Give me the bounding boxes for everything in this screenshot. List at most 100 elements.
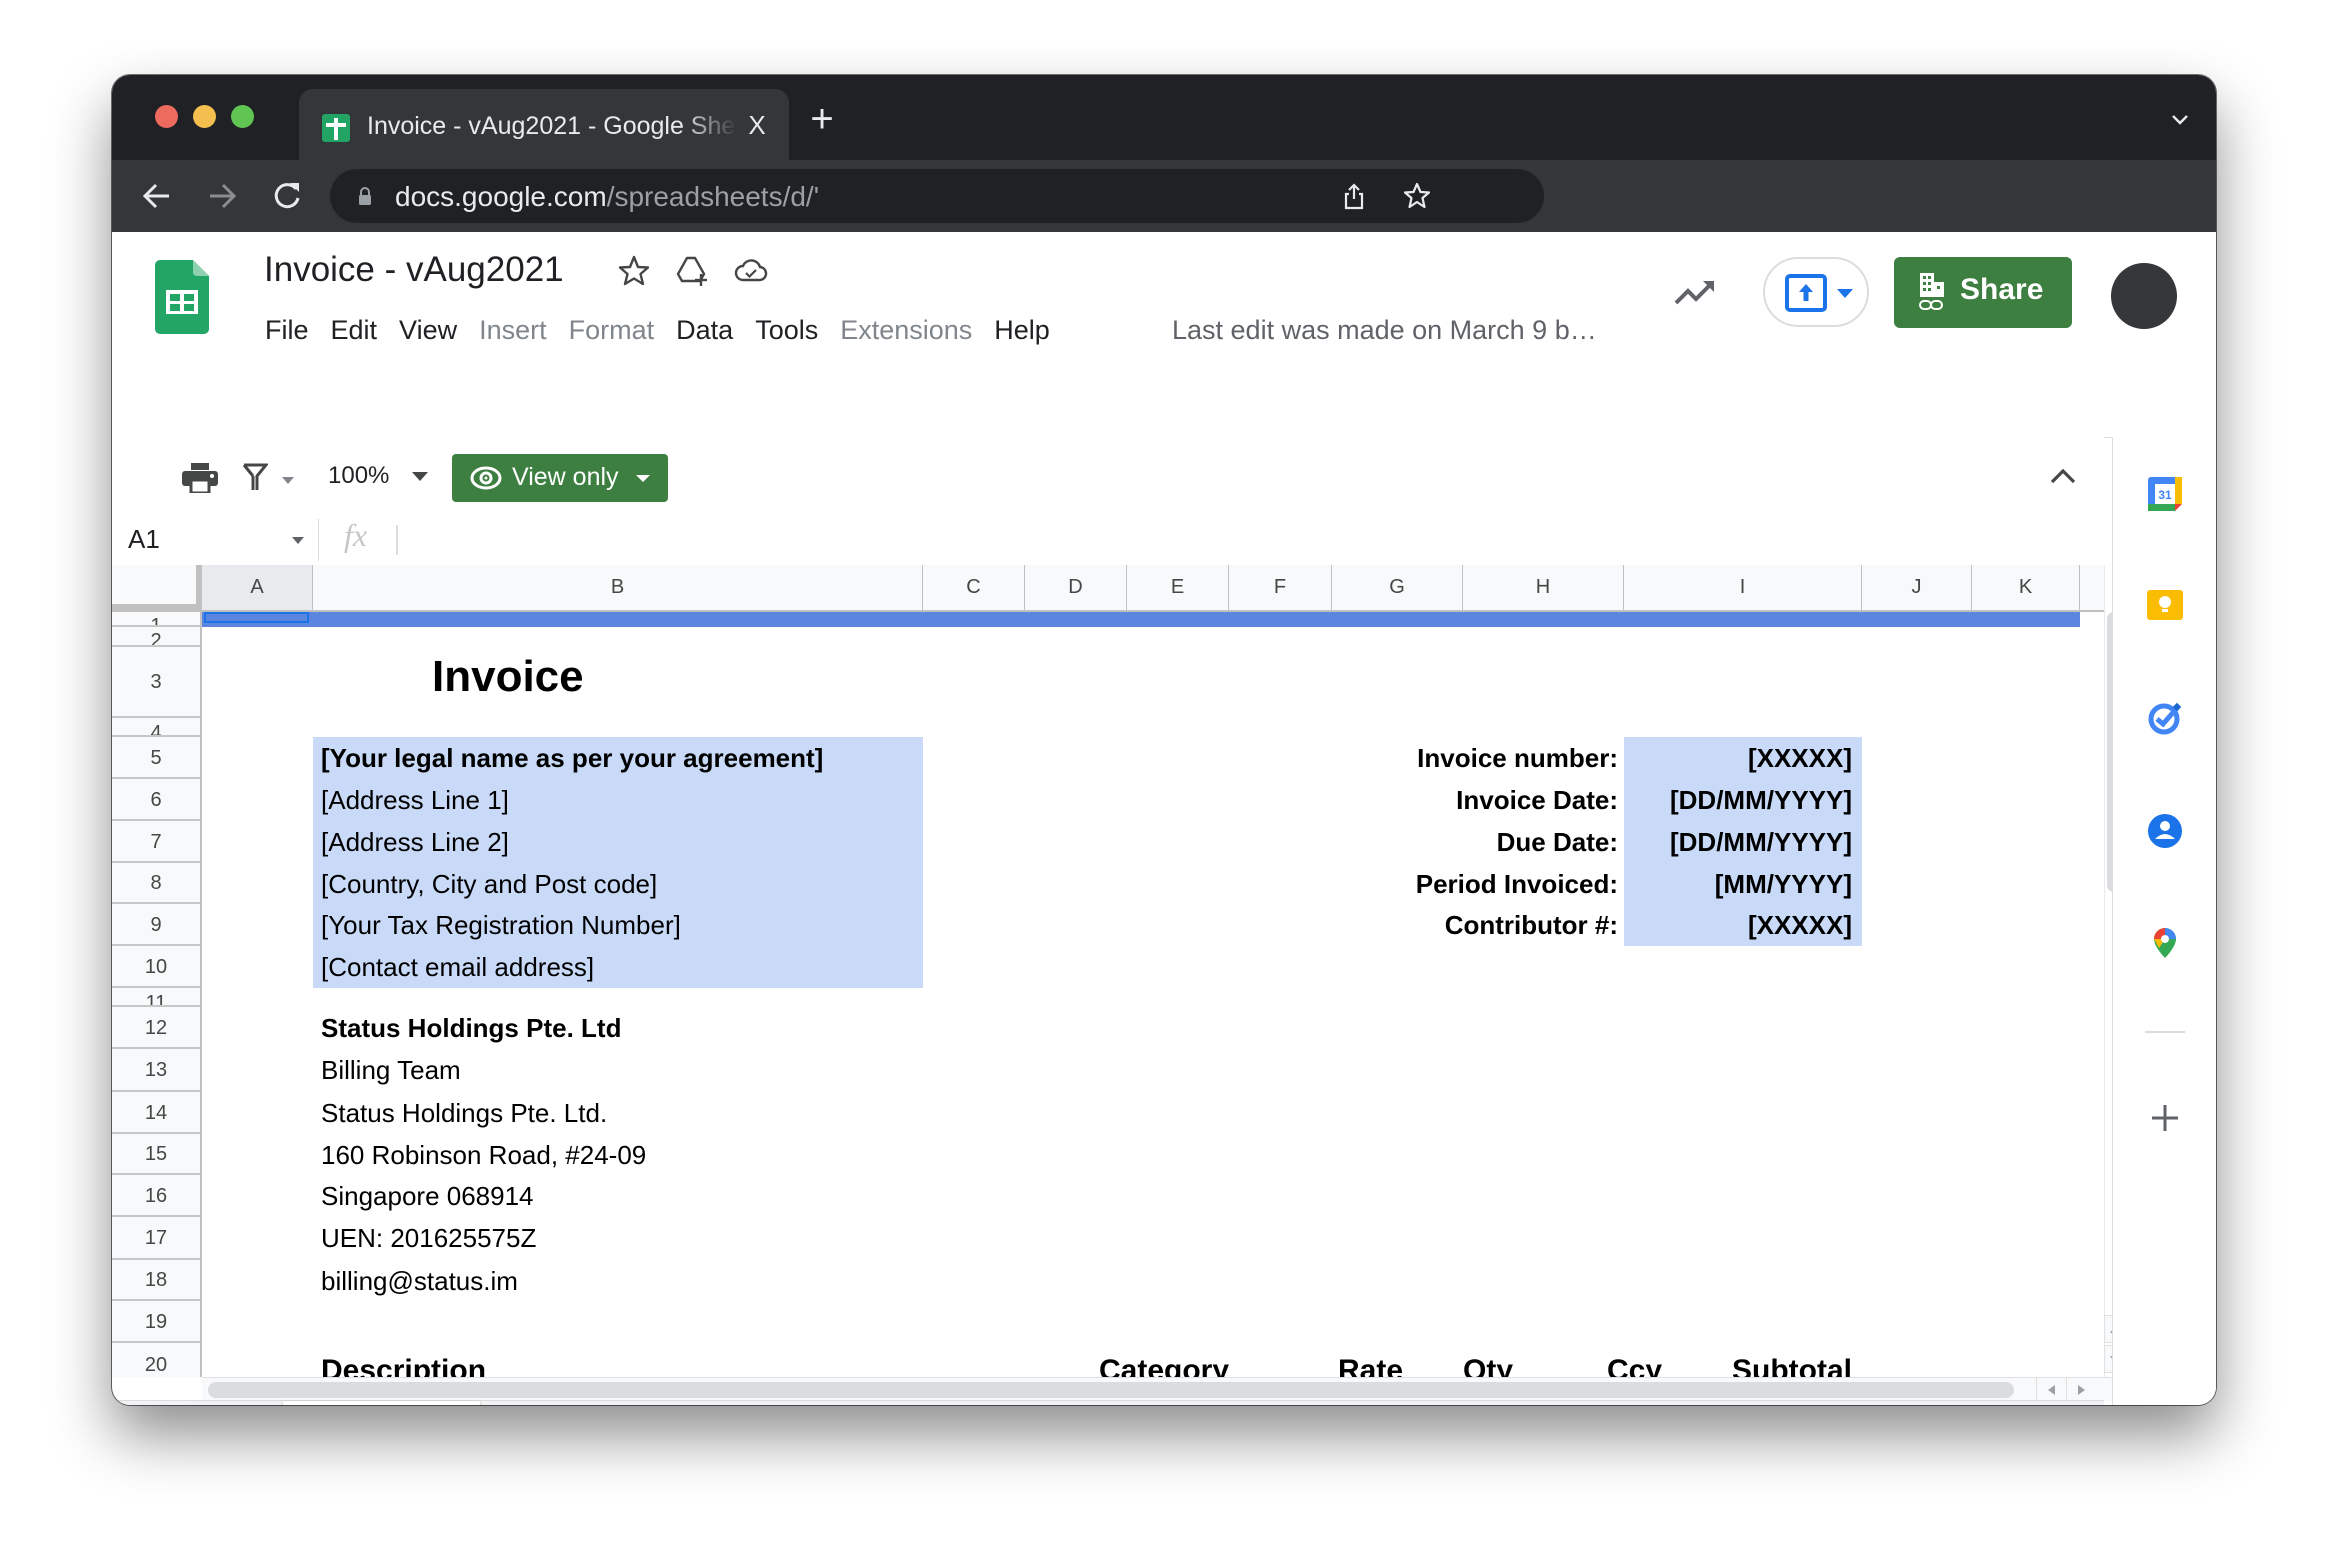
menu-view[interactable]: View [388, 310, 468, 350]
row-header-2[interactable]: 2 [112, 627, 200, 647]
menu-insert[interactable]: Insert [468, 310, 558, 350]
due-date-value[interactable]: [DD/MM/YYYY] [1624, 821, 1852, 863]
invoice-heading[interactable]: Invoice [432, 652, 584, 702]
close-window-button[interactable] [155, 105, 178, 128]
column-header-a[interactable]: A [202, 565, 313, 610]
column-header-c[interactable]: C [923, 565, 1025, 610]
sheets-logo-icon[interactable] [155, 260, 209, 334]
row-header-9[interactable]: 9 [112, 904, 200, 946]
active-cell-a1[interactable] [204, 612, 309, 623]
menu-data[interactable]: Data [665, 310, 744, 350]
name-box[interactable]: A1 [128, 524, 160, 555]
column-header-b[interactable]: B [313, 565, 923, 610]
table-header-subtotal[interactable]: Subtotal [1624, 1350, 1852, 1377]
sender-address-line-2[interactable]: [Address Line 2] [321, 821, 509, 863]
google-keep-icon[interactable] [2146, 587, 2184, 625]
horizontal-scrollbar-thumb[interactable] [208, 1382, 2014, 1398]
cell-area[interactable]: Invoice [Your legal name as per your agr… [202, 612, 2104, 1377]
select-all-corner[interactable] [112, 565, 202, 610]
invoice-number-value[interactable]: [XXXXX] [1624, 737, 1852, 779]
column-header-d[interactable]: D [1025, 565, 1127, 610]
google-tasks-icon[interactable] [2146, 699, 2184, 737]
sender-country-city-post[interactable]: [Country, City and Post code] [321, 863, 657, 905]
zoom-select[interactable]: 100% [328, 462, 389, 490]
minimize-window-button[interactable] [193, 105, 216, 128]
star-icon[interactable] [617, 254, 651, 288]
zoom-window-button[interactable] [231, 105, 254, 128]
horizontal-scrollbar[interactable] [202, 1377, 2126, 1401]
scroll-left-button[interactable] [2036, 1378, 2066, 1401]
sender-tax-number[interactable]: [Your Tax Registration Number] [321, 904, 681, 946]
row-header-7[interactable]: 7 [112, 821, 200, 863]
scroll-right-button[interactable] [2066, 1378, 2096, 1401]
recipient-legal-name[interactable]: Status Holdings Pte. Ltd. [321, 1092, 607, 1134]
row-header-19[interactable]: 19 [112, 1301, 200, 1343]
last-edit-link[interactable]: Last edit was made on March 9 b… [1172, 310, 1597, 350]
table-header-description[interactable]: Description [321, 1350, 486, 1377]
menu-edit[interactable]: Edit [320, 310, 389, 350]
add-shortcut-to-drive-icon[interactable] [675, 254, 709, 288]
recipient-email[interactable]: billing@status.im [321, 1260, 518, 1302]
row-header-20[interactable]: 20 [112, 1343, 200, 1377]
recipient-company-name[interactable]: Status Holdings Pte. Ltd [321, 1007, 621, 1049]
filter-dropdown-icon[interactable] [282, 477, 294, 485]
sender-address-line-1[interactable]: [Address Line 1] [321, 779, 509, 821]
activity-dashboard-icon[interactable] [1672, 275, 1718, 309]
reload-icon[interactable] [267, 176, 307, 216]
row-header-3[interactable]: 3 [112, 647, 200, 718]
row-header-1[interactable]: 1 [112, 612, 200, 627]
column-header-e[interactable]: E [1127, 565, 1229, 610]
menu-file[interactable]: File [254, 310, 320, 350]
row-header-4[interactable]: 4 [112, 718, 200, 737]
menu-help[interactable]: Help [983, 310, 1061, 350]
google-contacts-icon[interactable] [2146, 812, 2184, 850]
recipient-uen[interactable]: UEN: 201625575Z [321, 1217, 536, 1259]
row-header-15[interactable]: 15 [112, 1134, 200, 1175]
browser-tab[interactable]: Invoice - vAug2021 - Google Sheets X [299, 89, 789, 160]
recipient-address[interactable]: 160 Robinson Road, #24-09 [321, 1134, 646, 1176]
column-header-h[interactable]: H [1463, 565, 1624, 610]
document-title[interactable]: Invoice - vAug2021 [264, 250, 564, 290]
invoice-date-value[interactable]: [DD/MM/YYYY] [1624, 779, 1852, 821]
close-tab-icon[interactable]: X [739, 107, 775, 143]
google-maps-icon[interactable] [2146, 924, 2184, 962]
menu-tools[interactable]: Tools [744, 310, 829, 350]
table-header-qty[interactable]: Qty [1463, 1350, 1513, 1377]
address-bar[interactable]: docs.google.com/spreadsheets/d/' [330, 169, 1544, 223]
recipient-city-postcode[interactable]: Singapore 068914 [321, 1175, 534, 1217]
share-button[interactable]: Share [1894, 257, 2072, 328]
column-header-k[interactable]: K [1972, 565, 2080, 610]
back-icon[interactable] [137, 176, 177, 216]
present-button[interactable] [1763, 257, 1869, 327]
row-header-6[interactable]: 6 [112, 779, 200, 821]
google-calendar-icon[interactable]: 31 [2146, 475, 2184, 513]
sender-legal-name[interactable]: [Your legal name as per your agreement] [321, 737, 823, 779]
account-avatar[interactable] [2111, 263, 2177, 329]
row-header-16[interactable]: 16 [112, 1175, 200, 1217]
row-header-17[interactable]: 17 [112, 1217, 200, 1260]
collapse-menus-chevron-icon[interactable] [2048, 463, 2078, 489]
period-invoiced-value[interactable]: [MM/YYYY] [1624, 863, 1852, 905]
bookmark-star-icon[interactable] [1403, 182, 1431, 210]
column-header-i[interactable]: I [1624, 565, 1862, 610]
row-header-12[interactable]: 12 [112, 1007, 200, 1049]
new-tab-button[interactable]: + [802, 99, 842, 141]
zoom-dropdown-icon[interactable] [412, 472, 428, 482]
table-header-category[interactable]: Category [1099, 1350, 1229, 1377]
menu-extensions[interactable]: Extensions [829, 310, 983, 350]
view-only-mode-button[interactable]: View only [452, 454, 668, 502]
menu-format[interactable]: Format [558, 310, 666, 350]
get-add-ons-plus-icon[interactable] [2148, 1101, 2182, 1135]
forward-icon[interactable] [202, 176, 242, 216]
column-header-j[interactable]: J [1862, 565, 1972, 610]
column-header-g[interactable]: G [1332, 565, 1463, 610]
sheet-tab-invoice[interactable]: Invoice [283, 1401, 480, 1405]
row-header-5[interactable]: 5 [112, 737, 200, 779]
contributor-number-value[interactable]: [XXXXX] [1624, 904, 1852, 946]
document-status-cloud-icon[interactable] [734, 254, 768, 288]
table-header-rate[interactable]: Rate [1338, 1350, 1403, 1377]
row-header-13[interactable]: 13 [112, 1049, 200, 1092]
share-page-icon[interactable] [1340, 182, 1368, 210]
sender-contact-email[interactable]: [Contact email address] [321, 946, 594, 988]
present-dropdown-icon[interactable] [1837, 289, 1853, 299]
